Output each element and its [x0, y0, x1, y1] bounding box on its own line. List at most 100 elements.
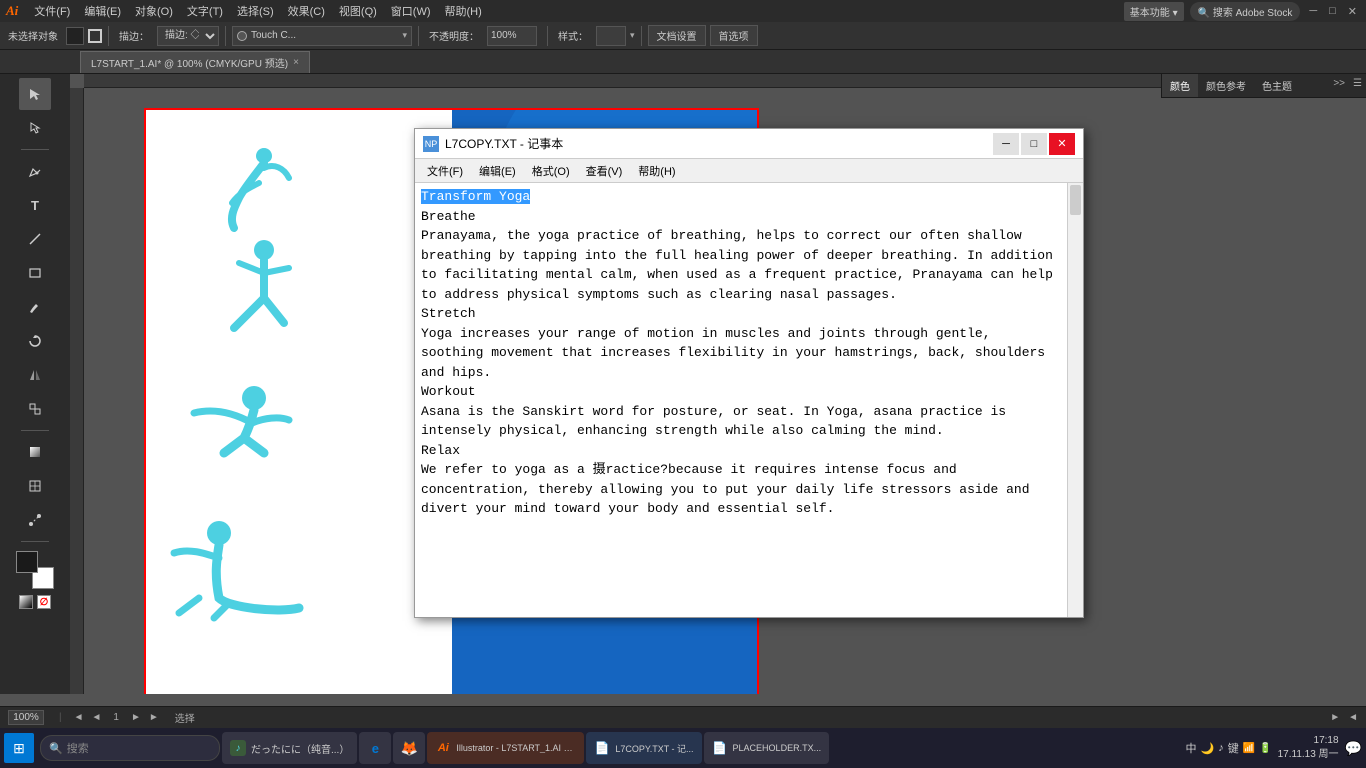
taskbar-app-illustrator[interactable]: Ai Illustrator - L7START_1.AI @... — [427, 732, 584, 764]
blend-tool[interactable] — [19, 504, 51, 536]
basic-functions-btn[interactable]: 基本功能 ▾ — [1124, 2, 1184, 21]
foreground-swatch[interactable] — [16, 551, 38, 573]
page-next-btn[interactable]: ► — [131, 712, 141, 723]
taskbar-start-btn[interactable]: ⊞ — [4, 733, 34, 763]
color-panel-expand[interactable]: >> — [1329, 74, 1349, 97]
page-first-btn[interactable]: ◄ — [92, 712, 102, 723]
touch-dropdown-icon[interactable]: ▾ — [402, 30, 407, 41]
taskbar-search[interactable]: 🔍 搜索 — [40, 735, 220, 761]
kbd-icon[interactable]: 键 — [1228, 740, 1239, 756]
notepad-window: NP L7COPY.TXT - 记事本 ─ □ ✕ 文件(F) 编辑(E) 格式… — [414, 128, 1084, 618]
style-preview[interactable] — [596, 26, 626, 46]
page-prev-btn[interactable]: ◄ — [74, 712, 84, 723]
none-swatch[interactable]: ∅ — [37, 595, 51, 609]
color-panel-menu[interactable]: ☰ — [1349, 74, 1366, 97]
mesh-tool[interactable] — [19, 470, 51, 502]
line-tool[interactable] — [19, 223, 51, 255]
menu-help[interactable]: 帮助(H) — [439, 1, 488, 21]
style-dropdown[interactable]: ▾ — [630, 30, 635, 41]
stock-search[interactable]: 🔍 搜索 Adobe Stock — [1190, 2, 1301, 21]
fill-swatch[interactable] — [66, 27, 84, 45]
doc-settings-btn[interactable]: 文档设置 — [648, 25, 706, 46]
no-selection-label: 未选择对象 — [4, 26, 62, 45]
music-app-icon: ♪ — [230, 740, 246, 756]
color-swatches[interactable] — [16, 551, 54, 589]
close-ai[interactable]: ✕ — [1345, 5, 1360, 18]
top-right-controls: 基本功能 ▾ 🔍 搜索 Adobe Stock ─ □ ✕ — [1124, 2, 1360, 21]
color-tab-reference[interactable]: 颜色参考 — [1198, 74, 1254, 97]
doc-tab-title: L7START_1.AI* @ 100% (CMYK/GPU 预选) — [91, 55, 288, 70]
start-icon: ⊞ — [13, 740, 25, 757]
yoga-figure-2 — [174, 238, 304, 348]
stroke-label: 描边： — [115, 26, 153, 45]
menu-window[interactable]: 窗口(W) — [385, 1, 437, 21]
menu-object[interactable]: 对象(O) — [129, 1, 179, 21]
brush-tool[interactable] — [19, 291, 51, 323]
mirror-tool[interactable] — [19, 359, 51, 391]
moon-icon[interactable]: 🌙 — [1200, 742, 1214, 755]
menu-edit[interactable]: 编辑(E) — [78, 1, 127, 21]
taskbar-app-edge[interactable]: e — [359, 732, 391, 764]
menu-file[interactable]: 文件(F) — [28, 1, 76, 21]
menu-effect[interactable]: 效果(C) — [282, 1, 331, 21]
illustrator-icon: Ai — [435, 740, 451, 756]
opacity-input[interactable] — [487, 26, 537, 46]
stroke-weight-select[interactable]: 描边: ◇ — [157, 26, 219, 46]
taskbar-clock[interactable]: 17:18 17.11.13 周一 — [1278, 734, 1339, 762]
notepad-content[interactable]: Transform Yoga Breathe Pranayama, the yo… — [415, 183, 1067, 617]
preferences-btn[interactable]: 首选项 — [710, 25, 758, 46]
taskbar-app-notepad2[interactable]: 📄 PLACEHOLDER.TX... — [704, 732, 830, 764]
scale-tool[interactable] — [19, 393, 51, 425]
notepad-menu-edit[interactable]: 编辑(E) — [473, 161, 522, 181]
taskbar-app-music[interactable]: ♪ だったにに（纯音...） — [222, 732, 357, 764]
canvas-viewport[interactable]: Num doloreetum ven esequam ver suscipist… — [84, 88, 1366, 694]
notepad-restore-btn[interactable]: □ — [1021, 133, 1047, 155]
taskbar-app-notepad1[interactable]: 📄 L7COPY.TXT - 记... — [586, 732, 701, 764]
taskbar-app-firefox[interactable]: 🦊 — [393, 732, 425, 764]
notepad-menu-view[interactable]: 查看(V) — [580, 161, 629, 181]
color-tab-theme[interactable]: 色主题 — [1254, 74, 1300, 97]
notepad-body: Transform Yoga Breathe Pranayama, the yo… — [415, 183, 1083, 617]
restore-ai[interactable]: □ — [1326, 5, 1339, 17]
direct-selection-tool[interactable] — [19, 112, 51, 144]
doc-tab-close[interactable]: × — [293, 57, 299, 68]
notepad-close-btn[interactable]: ✕ — [1049, 133, 1075, 155]
status-arrow-left[interactable]: ◄ — [1348, 712, 1358, 723]
sys-tray-icons: 中 🌙 ♪ 键 📶 🔋 — [1185, 740, 1271, 756]
sound-icon[interactable]: ♪ — [1218, 742, 1224, 754]
menu-text[interactable]: 文字(T) — [181, 1, 229, 21]
notepad-menu-help[interactable]: 帮助(H) — [632, 161, 681, 181]
notepad2-label: PLACEHOLDER.TX... — [733, 743, 822, 753]
gradient-swatch[interactable] — [19, 595, 33, 609]
type-tool[interactable]: T — [19, 189, 51, 221]
notepad1-icon: 📄 — [594, 740, 610, 756]
color-tab-color[interactable]: 颜色 — [1162, 74, 1198, 97]
notepad-minimize-btn[interactable]: ─ — [993, 133, 1019, 155]
zoom-input[interactable] — [8, 710, 44, 725]
menu-select[interactable]: 选择(S) — [231, 1, 280, 21]
notepad-menu-format[interactable]: 格式(O) — [526, 161, 576, 181]
document-tab[interactable]: L7START_1.AI* @ 100% (CMYK/GPU 预选) × — [80, 51, 310, 73]
minimize-ai[interactable]: ─ — [1306, 5, 1320, 17]
status-arrow-right[interactable]: ► — [1330, 712, 1340, 723]
network-icon[interactable]: 📶 — [1243, 743, 1255, 754]
page-last-btn[interactable]: ► — [149, 712, 159, 723]
edge-icon: e — [367, 740, 383, 756]
rotate-tool[interactable] — [19, 325, 51, 357]
menu-view[interactable]: 视图(Q) — [333, 1, 383, 21]
notepad-menu-file[interactable]: 文件(F) — [421, 161, 469, 181]
document-tab-bar: L7START_1.AI* @ 100% (CMYK/GPU 预选) × — [0, 50, 1366, 74]
pen-tool[interactable] — [19, 155, 51, 187]
notepad-menubar: 文件(F) 编辑(E) 格式(O) 查看(V) 帮助(H) — [415, 159, 1083, 183]
gradient-tool[interactable] — [19, 436, 51, 468]
notification-icon[interactable]: 💬 — [1345, 740, 1362, 757]
taskbar-search-label: 搜索 — [67, 740, 89, 756]
top-menu-bar: Ai 文件(F) 编辑(E) 对象(O) 文字(T) 选择(S) 效果(C) 视… — [0, 0, 1366, 22]
selection-tool[interactable] — [19, 78, 51, 110]
notepad-scrollbar[interactable] — [1067, 183, 1083, 617]
rect-tool[interactable] — [19, 257, 51, 289]
battery-icon[interactable]: 🔋 — [1259, 743, 1271, 754]
lang-icon[interactable]: 中 — [1185, 740, 1196, 756]
yoga-figure-3 — [164, 358, 314, 478]
stroke-swatch[interactable] — [88, 29, 102, 43]
